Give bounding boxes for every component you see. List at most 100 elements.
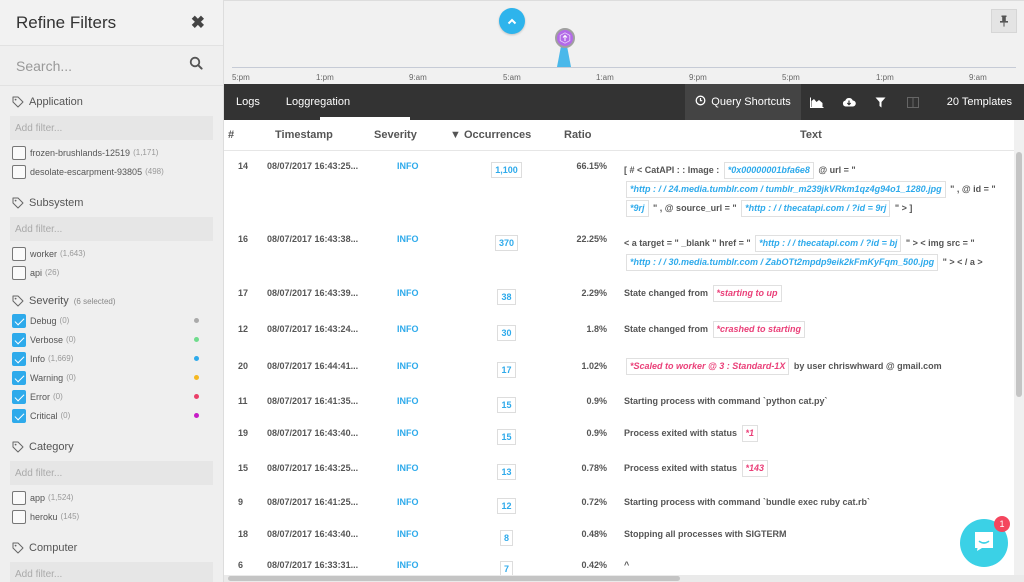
add-filter-input[interactable]: Add filter... (10, 217, 213, 241)
text-segment: Starting process with command `bundle ex… (624, 497, 871, 507)
filter-option[interactable]: Verbose (0) (10, 330, 213, 349)
row-number: 17 (238, 288, 249, 298)
col-timestamp[interactable]: Timestamp (275, 129, 333, 141)
filter-sections: Application Add filter... frozen-brushland… (0, 92, 223, 582)
text-segment: [ # < CatAPI : : Image : (624, 165, 722, 175)
filter-icon[interactable] (865, 84, 897, 120)
section-label: Category (29, 441, 74, 453)
filter-option[interactable]: frozen-brushlands-12519 (1,171) (10, 143, 213, 162)
row-ratio: 1.02% (581, 361, 607, 371)
vertical-scrollbar[interactable] (1014, 140, 1024, 575)
template-token[interactable]: *crashed to starting (712, 321, 806, 338)
option-label: api (30, 267, 43, 278)
close-icon[interactable]: ✖ (191, 13, 205, 33)
cloud-download-icon[interactable] (833, 84, 865, 120)
text-segment: Process exited with status (624, 428, 740, 438)
tab-loggregation[interactable]: Loggregation (272, 84, 411, 120)
checkbox[interactable] (12, 145, 26, 160)
occurrences-badge[interactable]: 370 (494, 235, 519, 251)
toolbar: Logs Loggregation Query Shortcuts 20 Tem… (224, 84, 1024, 120)
occurrences-badge[interactable]: 15 (497, 397, 516, 413)
row-text: [ # < CatAPI : : Image : *0x00000001bfa6… (624, 161, 1009, 218)
template-token[interactable]: *http : / / thecatapi.com / ?id = bj (755, 235, 902, 252)
row-timestamp: 08/07/2017 16:43:40... (267, 529, 359, 539)
query-shortcuts-button[interactable]: Query Shortcuts (685, 84, 801, 120)
template-token[interactable]: *http : / / 24.media.tumblr.com / tumblr… (626, 181, 946, 198)
checkbox[interactable] (12, 408, 26, 423)
template-token[interactable]: *http : / / thecatapi.com / ?id = 9rj (741, 200, 891, 217)
pin-icon[interactable] (991, 9, 1017, 33)
col-text[interactable]: Text (800, 129, 822, 141)
horizontal-scrollbar[interactable] (224, 575, 1024, 582)
severity-color-dot (194, 318, 199, 323)
occurrences-badge[interactable]: 7 (499, 561, 513, 575)
area-chart-icon[interactable] (801, 84, 833, 120)
chat-badge: 1 (994, 516, 1010, 532)
template-token[interactable]: *0x00000001bfa6e8 (723, 162, 814, 179)
occurrences-badge[interactable]: 38 (497, 289, 516, 305)
add-filter-input[interactable]: Add filter... (10, 116, 213, 140)
row-severity: INFO (397, 529, 419, 539)
occurrences-badge[interactable]: 1,100 (491, 162, 522, 178)
occurrences-badge[interactable]: 15 (497, 429, 516, 445)
chevron-up-icon[interactable] (499, 8, 525, 34)
filter-option[interactable]: heroku (145) (10, 507, 213, 526)
filter-option[interactable]: app (1,524) (10, 488, 213, 507)
col-ratio[interactable]: Ratio (564, 129, 592, 141)
add-filter-input[interactable]: Add filter... (10, 461, 213, 485)
add-filter-input[interactable]: Add filter... (10, 562, 213, 582)
tab-logs[interactable]: Logs (224, 84, 272, 120)
filter-option[interactable]: Critical (0) (10, 406, 213, 425)
text-segment: ^ (624, 560, 630, 570)
search-icon[interactable] (189, 56, 203, 75)
row-text: *Scaled to worker @ 3 : Standard-1X by u… (624, 357, 1009, 376)
row-text: ^ (624, 556, 1009, 575)
filter-option[interactable]: api (26) (10, 263, 213, 282)
col-num[interactable]: # (228, 129, 234, 141)
filter-option[interactable]: Error (0) (10, 387, 213, 406)
section-label: Application (29, 96, 83, 108)
occurrences-badge[interactable]: 30 (497, 325, 516, 341)
checkbox[interactable] (12, 351, 26, 366)
template-token[interactable]: *starting to up (712, 285, 782, 302)
templates-button[interactable]: 20 Templates (929, 84, 1024, 120)
col-occurrences[interactable]: ▼ Occurrences (450, 129, 531, 141)
filter-option[interactable]: Debug (0) (10, 311, 213, 330)
template-token[interactable]: *http : / / 30.media.tumblr.com / ZabOTt… (626, 254, 939, 271)
option-label: Error (30, 391, 50, 402)
row-timestamp: 08/07/2017 16:43:25... (267, 161, 359, 171)
tag-icon (12, 441, 24, 453)
checkbox[interactable] (12, 313, 26, 328)
template-token[interactable]: *1 (741, 425, 759, 442)
checkbox[interactable] (12, 509, 26, 524)
filter-option[interactable]: desolate-escarpment-93805 (498) (10, 162, 213, 181)
search-input[interactable] (16, 57, 176, 74)
template-token[interactable]: *9rj (626, 200, 649, 217)
checkbox[interactable] (12, 164, 26, 179)
option-label: Info (30, 353, 46, 364)
template-token[interactable]: *143 (741, 460, 769, 477)
occurrences-badge[interactable]: 12 (497, 498, 516, 514)
checkbox[interactable] (12, 389, 26, 404)
checkbox[interactable] (12, 332, 26, 347)
horizontal-scroll-thumb[interactable] (228, 576, 680, 581)
occurrences-badge[interactable]: 13 (497, 464, 516, 480)
vertical-scroll-thumb[interactable] (1016, 152, 1022, 397)
occurrences-badge[interactable]: 17 (497, 362, 516, 378)
template-token[interactable]: *Scaled to worker @ 3 : Standard-1X (626, 358, 790, 375)
checkbox[interactable] (12, 370, 26, 385)
deploy-marker-icon[interactable] (555, 28, 575, 48)
checkbox[interactable] (12, 246, 26, 261)
filter-option[interactable]: Info (1,669) (10, 349, 213, 368)
checkbox[interactable] (12, 490, 26, 505)
sidebar-title: Refine Filters (16, 12, 117, 32)
timeline[interactable]: 5:pm 1:pm 9:am 5:am 1:am 9:pm 5:pm 1:pm 9:am (224, 0, 1024, 84)
checkbox[interactable] (12, 265, 26, 280)
filter-option[interactable]: Warning (0) (10, 368, 213, 387)
columns-icon[interactable] (897, 84, 929, 120)
severity-color-dot (194, 394, 199, 399)
tag-icon (12, 295, 24, 307)
occurrences-badge[interactable]: 8 (499, 530, 513, 546)
filter-option[interactable]: worker (1,643) (10, 244, 213, 263)
col-severity[interactable]: Severity (374, 129, 417, 141)
